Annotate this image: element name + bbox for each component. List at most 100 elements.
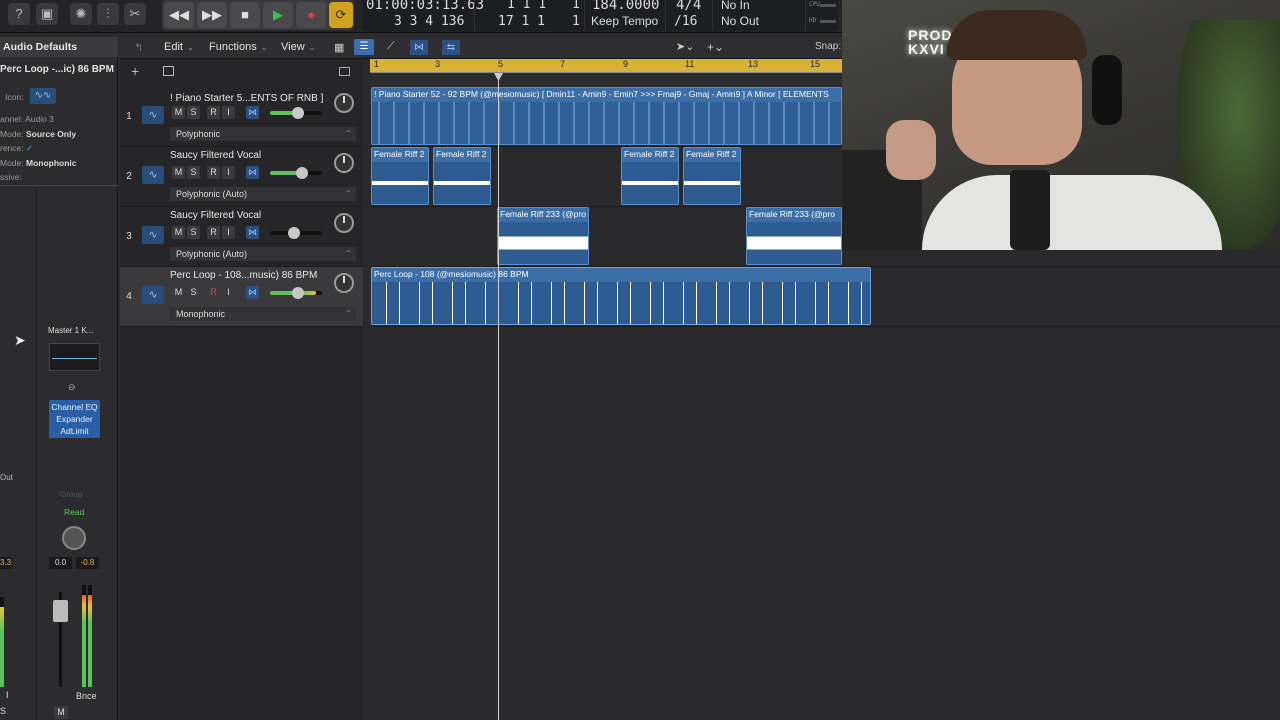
- mixer-icon[interactable]: ⫶: [97, 3, 119, 25]
- left-strip-solo[interactable]: S: [0, 706, 6, 716]
- track-name[interactable]: Saucy Filtered Vocal: [170, 150, 261, 161]
- record-icon[interactable]: ●: [296, 2, 326, 28]
- link-icon[interactable]: ⊖: [68, 382, 76, 393]
- flex-mode[interactable]: Polyphonic (Auto): [170, 187, 356, 201]
- view-menu[interactable]: View ⌄: [281, 41, 315, 53]
- timeline-ruler[interactable]: 1 3 5 7 9 11 13 15: [370, 59, 842, 73]
- pan-knob[interactable]: [334, 93, 354, 113]
- inspector-region-name[interactable]: Perc Loop -...ic) 86 BPM: [0, 64, 114, 75]
- pan-knob[interactable]: [334, 213, 354, 233]
- input-monitor-button[interactable]: I: [222, 106, 235, 119]
- track-name[interactable]: ! Piano Starter 5...ENTS OF RNB ]: [170, 93, 323, 104]
- track-name[interactable]: Perc Loop - 108...music) 86 BPM: [170, 270, 317, 281]
- input-monitor-button[interactable]: I: [222, 166, 235, 179]
- plugin-expander[interactable]: Expander: [49, 414, 100, 424]
- marker-lane[interactable]: [370, 73, 842, 86]
- solo-button[interactable]: S: [187, 166, 200, 179]
- automation-read[interactable]: Read: [64, 507, 84, 517]
- record-enable-button[interactable]: R: [207, 106, 220, 119]
- region-female-riff-2[interactable]: Female Riff 2: [683, 147, 741, 205]
- snap-label[interactable]: Snap:: [815, 41, 841, 52]
- flex-mode[interactable]: Polyphonic: [170, 127, 356, 141]
- cycle-icon[interactable]: ⟳: [329, 2, 353, 28]
- flex-icon[interactable]: ⋈: [410, 40, 428, 55]
- functions-menu[interactable]: Functions ⌄: [209, 41, 267, 53]
- help-icon[interactable]: ?: [8, 3, 30, 25]
- input-monitor-button[interactable]: I: [222, 226, 235, 239]
- volume-slider[interactable]: [270, 227, 322, 239]
- volume-fader[interactable]: [53, 600, 68, 622]
- mode-row[interactable]: Mode: Source Only: [0, 129, 76, 139]
- grid-view-icon[interactable]: ▦: [334, 41, 344, 54]
- input-monitor-button[interactable]: I: [222, 286, 235, 299]
- edit-menu[interactable]: Edit ⌄: [164, 41, 194, 53]
- out-label[interactable]: Out: [0, 473, 13, 482]
- pan-knob[interactable]: [62, 526, 86, 550]
- strip-mute-button[interactable]: M: [54, 706, 68, 719]
- fast-forward-icon[interactable]: ▶▶: [197, 2, 227, 28]
- waveform-icon[interactable]: ∿∿: [30, 88, 56, 104]
- mode2-row[interactable]: Mode: Monophonic: [0, 158, 77, 168]
- pan-knob[interactable]: [334, 273, 354, 293]
- crosshair-tool-icon[interactable]: +⌄: [707, 40, 724, 54]
- region-female-riff-2[interactable]: Female Riff 2: [433, 147, 491, 205]
- flex-button[interactable]: ⋈: [246, 286, 259, 299]
- record-enable-button[interactable]: R: [207, 166, 220, 179]
- add-track-icon[interactable]: +: [131, 63, 139, 79]
- stop-icon[interactable]: ■: [230, 2, 260, 28]
- solo-button[interactable]: S: [187, 286, 200, 299]
- region-female-riff-2[interactable]: Female Riff 2: [621, 147, 679, 205]
- bounce-label[interactable]: Bnce: [76, 691, 97, 701]
- volume-slider[interactable]: [270, 107, 322, 119]
- flex-button[interactable]: ⋈: [246, 166, 259, 179]
- ssive-row[interactable]: ssive:: [0, 172, 22, 182]
- left-strip-input[interactable]: I: [6, 690, 9, 700]
- track-row-3[interactable]: 3 ∿ Saucy Filtered Vocal M S R I ⋈ Polyp…: [120, 207, 363, 267]
- waveform-icon[interactable]: ∿: [142, 286, 164, 304]
- settings-icon[interactable]: ✺: [70, 3, 92, 25]
- waveform-icon[interactable]: ∿: [142, 106, 164, 124]
- record-enable-button[interactable]: R: [207, 286, 220, 299]
- track-row-1[interactable]: 1 ∿ ! Piano Starter 5...ENTS OF RNB ] M …: [120, 87, 363, 147]
- list-view-icon[interactable]: ☰: [354, 39, 374, 55]
- flex-button[interactable]: ⋈: [246, 226, 259, 239]
- region-female-riff-2[interactable]: Female Riff 2: [371, 147, 429, 205]
- volume-value[interactable]: 0.0: [49, 557, 72, 569]
- flex-button[interactable]: ⋈: [246, 106, 259, 119]
- track-row-2[interactable]: 2 ∿ Saucy Filtered Vocal M S R I ⋈ Polyp…: [120, 147, 363, 207]
- reference-row[interactable]: rence: ✓: [0, 143, 33, 154]
- volume-slider[interactable]: [270, 167, 322, 179]
- rewind-icon[interactable]: ◀◀: [164, 2, 194, 28]
- back-icon[interactable]: ↰: [134, 41, 143, 54]
- collapse-icon[interactable]: [339, 67, 350, 76]
- inspector-title[interactable]: Audio Defaults: [0, 37, 118, 57]
- volume-slider[interactable]: [270, 287, 322, 299]
- automation-icon[interactable]: ⟋: [387, 40, 395, 53]
- solo-button[interactable]: S: [187, 106, 200, 119]
- region-perc-loop[interactable]: Perc Loop - 108 (@mesiomusic) 86 BPM: [371, 267, 871, 325]
- scissors-icon[interactable]: ✂: [124, 3, 146, 25]
- mute-button[interactable]: M: [172, 286, 185, 299]
- region-female-riff-233[interactable]: Female Riff 233 (@pro: [497, 207, 589, 265]
- solo-button[interactable]: S: [187, 226, 200, 239]
- duplicate-track-icon[interactable]: [163, 66, 174, 76]
- plugin-adlimit[interactable]: AdLimit: [49, 426, 100, 436]
- plugin-slots[interactable]: Channel EQ Expander AdLimit: [49, 400, 100, 438]
- plugin-channel-eq[interactable]: Channel EQ: [49, 402, 100, 412]
- region-piano[interactable]: ! Piano Starter 52 - 92 BPM (@mesiomusic…: [371, 87, 842, 145]
- inbox-icon[interactable]: ▣: [36, 3, 58, 25]
- lcd-display[interactable]: 01:00:03:13.63 3 3 4 136 1 1 1 17 1 1 1 …: [362, 0, 838, 31]
- mute-button[interactable]: M: [172, 166, 185, 179]
- group-label[interactable]: Group: [60, 490, 82, 499]
- region-female-riff-233[interactable]: Female Riff 233 (@pro: [746, 207, 842, 265]
- catch-icon[interactable]: ⇆: [442, 40, 460, 55]
- play-icon[interactable]: ▶: [263, 2, 293, 28]
- record-enable-button[interactable]: R: [207, 226, 220, 239]
- playhead[interactable]: [498, 73, 499, 720]
- waveform-icon[interactable]: ∿: [142, 226, 164, 244]
- mute-button[interactable]: M: [172, 226, 185, 239]
- flex-mode[interactable]: Polyphonic (Auto): [170, 247, 356, 261]
- track-name[interactable]: Saucy Filtered Vocal: [170, 210, 261, 221]
- waveform-icon[interactable]: ∿: [142, 166, 164, 184]
- flex-mode[interactable]: Monophonic: [170, 307, 356, 321]
